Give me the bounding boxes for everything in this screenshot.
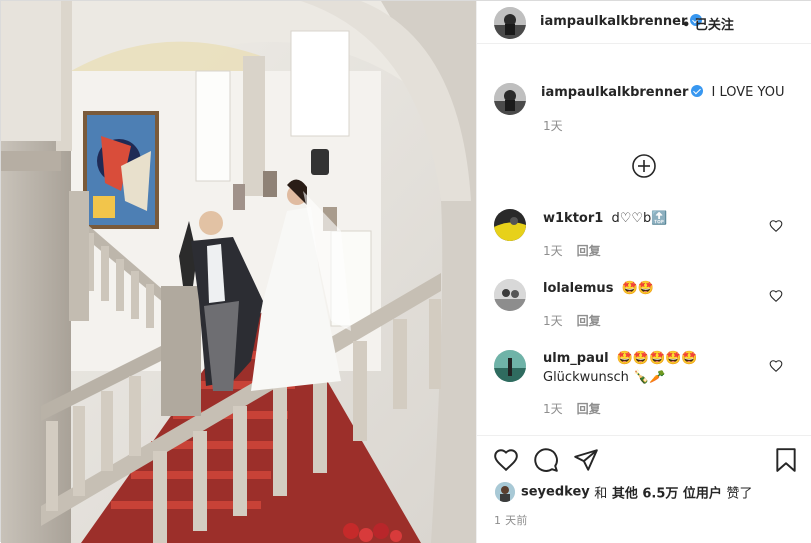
comments-list[interactable]: iampaulkalkbrenner I LOVE YOU 1天 w1ktor1… <box>477 45 811 435</box>
liker-username[interactable]: seyedkey <box>521 485 590 500</box>
caption-avatar[interactable] <box>494 83 526 115</box>
verified-badge-icon <box>691 85 704 97</box>
author-username-text[interactable]: iampaulkalkbrenner <box>540 14 687 29</box>
comment-meta: 1天 回复 <box>543 312 601 329</box>
heart-icon[interactable] <box>769 219 783 233</box>
comment-text-line-2: Glückwunsch 🍾🥕 <box>543 370 666 385</box>
post-actions: seyedkey 和 其他 6.5万 位用户 赞了 1 天前 <box>477 435 811 543</box>
caption-text: I LOVE YOU <box>711 85 785 100</box>
bookmark-icon[interactable] <box>773 447 799 473</box>
likes-and: 和 <box>594 486 608 502</box>
caption-time: 1天 <box>543 117 563 134</box>
likes-suffix: 赞了 <box>726 486 753 502</box>
follow-status-label[interactable]: 已关注 <box>695 18 734 33</box>
comment-body: w1ktor1 d♡♡b🔝 <box>543 211 667 226</box>
plus-circle-icon[interactable] <box>631 153 657 179</box>
reply-button[interactable]: 回复 <box>577 244 601 258</box>
header-separator: • <box>682 18 691 33</box>
comment-avatar-image <box>494 279 526 311</box>
comment-text: d♡♡b🔝 <box>611 211 668 226</box>
author-avatar-image <box>494 7 526 39</box>
heart-icon[interactable] <box>769 359 783 373</box>
heart-icon[interactable] <box>769 289 783 303</box>
post-side-panel: iampaulkalkbrenner • 已关注 iampaulkalkbren… <box>476 1 811 543</box>
comment-time[interactable]: 1天 <box>543 314 563 328</box>
comment-time[interactable]: 1天 <box>543 402 563 416</box>
reply-button[interactable]: 回复 <box>577 314 601 328</box>
caption-time-text[interactable]: 1天 <box>543 119 563 133</box>
post-timestamp[interactable]: 1 天前 <box>494 512 528 528</box>
author-avatar[interactable] <box>494 7 526 39</box>
liker-avatar-image <box>495 482 515 502</box>
comment-avatar[interactable] <box>494 209 526 241</box>
liker-avatar[interactable] <box>495 482 515 502</box>
wedding-staircase-photo <box>1 1 476 543</box>
caption-avatar-image <box>494 83 526 115</box>
follow-status-button[interactable]: • 已关注 <box>682 14 734 33</box>
comment-text: 🤩🤩 <box>621 281 654 296</box>
heart-icon[interactable] <box>493 447 519 473</box>
comment-avatar[interactable] <box>494 279 526 311</box>
comment-avatar[interactable] <box>494 350 526 382</box>
caption-username[interactable]: iampaulkalkbrenner <box>541 85 688 100</box>
reply-button[interactable]: 回复 <box>577 402 601 416</box>
comment-meta: 1天 回复 <box>543 242 601 259</box>
caption: iampaulkalkbrenner I LOVE YOU <box>541 85 784 100</box>
comment-time[interactable]: 1天 <box>543 244 563 258</box>
comment-body: lolalemus 🤩🤩 <box>543 281 654 296</box>
comment-username[interactable]: lolalemus <box>543 281 613 296</box>
likes-count-link[interactable]: 其他 6.5万 位用户 <box>612 487 722 502</box>
comment-username[interactable]: ulm_paul <box>543 351 609 366</box>
author-username[interactable]: iampaulkalkbrenner <box>540 14 703 29</box>
comment-text: 🤩🤩🤩🤩🤩 <box>616 351 698 366</box>
likes-summary: seyedkey 和 其他 6.5万 位用户 赞了 <box>495 482 752 504</box>
comment-avatar-image <box>494 209 526 241</box>
comment-meta: 1天 回复 <box>543 400 601 417</box>
post-photo[interactable] <box>1 1 476 543</box>
comment-avatar-image <box>494 350 526 382</box>
post-header: iampaulkalkbrenner • 已关注 <box>477 1 811 44</box>
comment-body: ulm_paul 🤩🤩🤩🤩🤩 <box>543 351 698 366</box>
comment-icon[interactable] <box>533 447 559 473</box>
instagram-post: iampaulkalkbrenner • 已关注 iampaulkalkbren… <box>0 0 811 543</box>
comment-username[interactable]: w1ktor1 <box>543 211 603 226</box>
share-icon[interactable] <box>573 447 599 473</box>
